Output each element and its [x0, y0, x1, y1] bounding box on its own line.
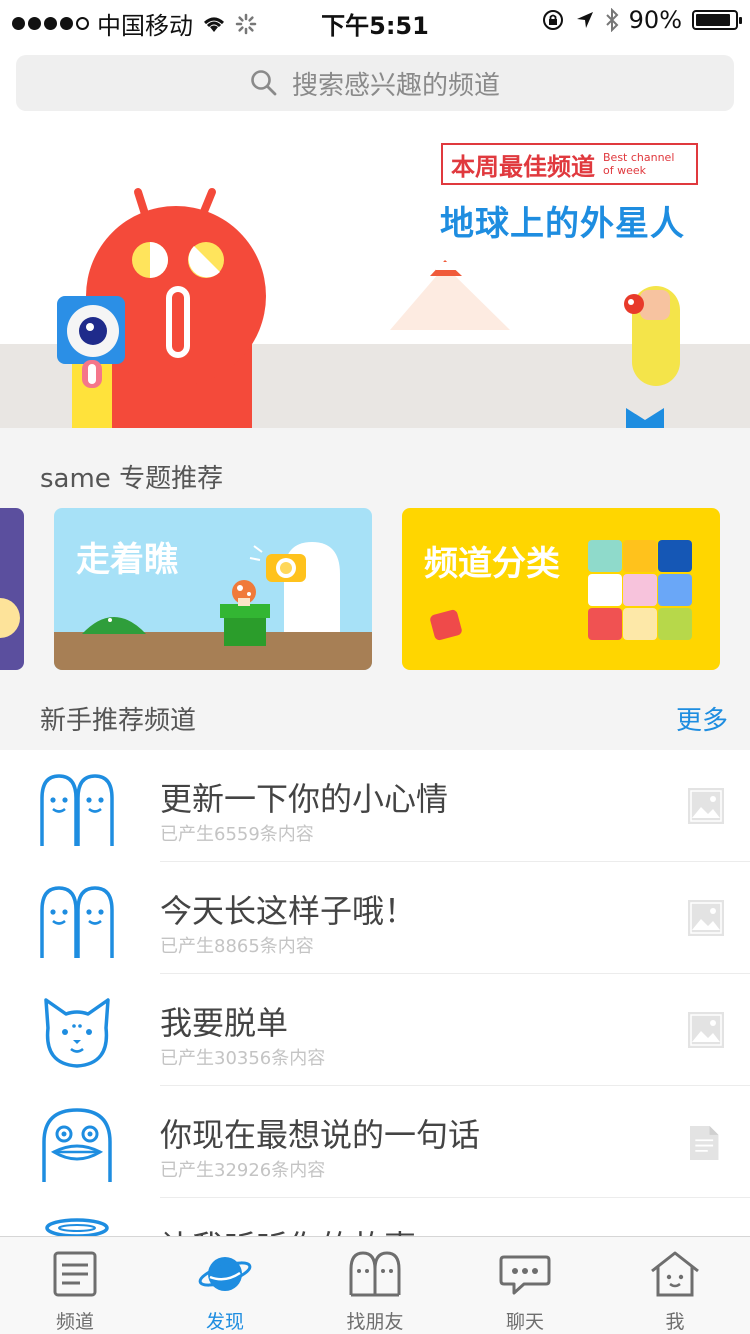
topic-card-categories-label: 频道分类 — [424, 544, 560, 584]
twin-ghost-icon — [349, 1251, 401, 1297]
list-item[interactable]: 更新一下你的小心情 已产生6559条内容 — [0, 750, 750, 862]
search-placeholder: 搜索感兴趣的频道 — [291, 70, 500, 101]
channel-post-count: 已产生6559条内容 — [160, 824, 314, 845]
chat-bubble-icon — [499, 1255, 551, 1295]
bluetooth-icon — [605, 8, 619, 32]
twin-ghost-icon — [40, 774, 114, 846]
categories-card-grid — [430, 540, 692, 641]
document-icon — [690, 1126, 719, 1160]
channel-title: 我要脱单 — [160, 1004, 289, 1042]
battery-icon — [692, 10, 742, 30]
topic-card-walk[interactable]: 走着瞧 — [54, 508, 372, 670]
tab-bar: 频道 发现 找朋友 聊天 我 — [0, 1236, 750, 1334]
channel-title: 更新一下你的小心情 — [160, 780, 449, 818]
newbie-header: 新手推荐频道 — [40, 706, 197, 736]
duck-icon — [42, 1108, 112, 1182]
list-item[interactable]: 我要脱单 已产生30356条内容 — [0, 974, 750, 1086]
rotation-lock-icon — [542, 10, 563, 30]
image-icon — [688, 900, 724, 936]
more-link[interactable]: 更多 — [676, 700, 728, 737]
best-channel-badge: 本周最佳频道 Best channel of week — [441, 143, 698, 185]
house-face-icon — [651, 1251, 699, 1297]
planet-icon — [198, 1257, 252, 1291]
badge-cn-label: 本周最佳频道 — [451, 152, 595, 181]
halo-icon — [45, 1218, 109, 1236]
topic-card-categories[interactable]: 频道分类 — [402, 508, 720, 670]
tab-discover[interactable]: 发现 — [150, 1237, 300, 1334]
location-arrow-icon — [576, 12, 593, 28]
list-item[interactable]: 你现在最想说的一句话 已产生32926条内容 — [0, 1086, 750, 1198]
tab-label: 频道 — [55, 1311, 94, 1333]
cat-icon — [44, 998, 110, 1068]
featured-channel-banner[interactable]: 本周最佳频道 Best channel of week 地球上的外星人 — [0, 126, 750, 428]
list-item[interactable]: 让我听听你的故事 — [0, 1198, 750, 1236]
topic-card-partial[interactable] — [0, 508, 24, 670]
topic-card-partial-art — [0, 598, 20, 638]
channel-title: 今天长这样子哦！ — [160, 892, 417, 930]
badge-en-line2: of week — [603, 164, 647, 177]
search-bar[interactable]: 搜索感兴趣的频道 — [16, 55, 734, 111]
tab-label: 找朋友 — [346, 1311, 404, 1333]
tab-chat[interactable]: 聊天 — [450, 1237, 600, 1334]
list-item[interactable]: 今天长这样子哦！ 已产生8865条内容 — [0, 862, 750, 974]
tab-find-friends[interactable]: 找朋友 — [300, 1237, 450, 1334]
tab-label: 聊天 — [505, 1311, 544, 1333]
topic-card-walk-label: 走着瞧 — [76, 540, 178, 580]
tab-channels[interactable]: 频道 — [0, 1237, 150, 1334]
channel-list-icon — [53, 1251, 97, 1297]
search-icon — [251, 70, 277, 96]
channel-title: 让我听听你的故事 — [160, 1222, 416, 1236]
topics-header: same 专题推荐 — [40, 464, 224, 494]
channel-post-count: 已产生30356条内容 — [160, 1048, 326, 1069]
tab-label: 发现 — [205, 1311, 244, 1333]
status-bar: 中国移动 下午5:51 90% — [0, 0, 750, 40]
channel-list: 更新一下你的小心情 已产生6559条内容 今天长这样子哦！ 已产生8865条内容 — [0, 750, 750, 1236]
channel-title: 你现在最想说的一句话 — [160, 1116, 481, 1154]
image-icon — [688, 788, 724, 824]
twin-ghost-icon — [40, 886, 114, 958]
badge-en-line1: Best channel — [603, 151, 675, 164]
tab-me[interactable]: 我 — [600, 1237, 750, 1334]
channel-post-count: 已产生32926条内容 — [160, 1160, 326, 1181]
tab-label: 我 — [665, 1311, 685, 1333]
channel-post-count: 已产生8865条内容 — [160, 936, 314, 957]
image-icon — [688, 1012, 724, 1048]
banner-title: 地球上的外星人 — [440, 204, 685, 244]
battery-percent: 90% — [628, 6, 682, 34]
